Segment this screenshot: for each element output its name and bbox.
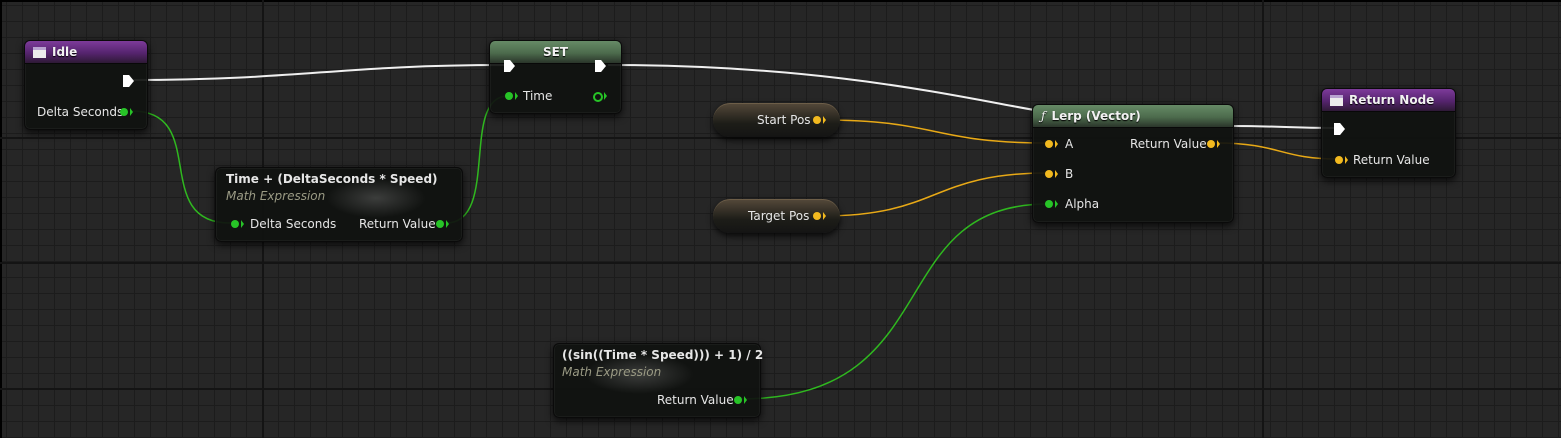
- return-value-label: Return Value: [359, 217, 436, 231]
- start-pos-label: Start Pos: [757, 113, 811, 127]
- pin-arrow-icon: [446, 220, 449, 228]
- pin-arrow-icon: [130, 108, 133, 116]
- lerp-node-header[interactable]: ƒ Lerp (Vector): [1033, 105, 1233, 128]
- start-pos-out-pin[interactable]: [813, 116, 821, 124]
- graph-icon: [1330, 94, 1343, 106]
- idle-node-header[interactable]: Idle: [25, 41, 147, 64]
- pin-arrow-icon: [1345, 156, 1348, 164]
- pin-arrow-icon: [823, 212, 826, 220]
- return-value-out-pin[interactable]: [436, 220, 444, 228]
- math-expression-node[interactable]: Time + (DeltaSeconds * Speed) Math Expre…: [215, 167, 463, 242]
- vector-wire-return-to-return: [1215, 142, 1339, 160]
- time-out-pin[interactable]: [593, 92, 603, 102]
- alpha-label: Alpha: [1065, 197, 1100, 211]
- exec-wire-lerp-return: [1231, 125, 1335, 129]
- target-pos-variable-node[interactable]: Target Pos: [713, 199, 840, 233]
- return-value-label: Return Value: [1353, 153, 1430, 167]
- sine-math-expression-node[interactable]: ((sin((Time * Speed))) + 1) / 2 Math Exp…: [553, 343, 764, 418]
- b-label: B: [1065, 167, 1074, 181]
- float-wire-expr2-to-alpha: [739, 203, 1049, 400]
- pin-arrow-icon: [823, 116, 826, 124]
- alpha-in-pin[interactable]: [1045, 200, 1053, 208]
- function-icon: ƒ: [1041, 109, 1046, 123]
- return-node-header[interactable]: Return Node: [1322, 89, 1455, 112]
- b-in-pin[interactable]: [1045, 170, 1053, 178]
- delta-seconds-out-pin[interactable]: [120, 108, 128, 116]
- a-label: A: [1065, 137, 1074, 151]
- a-in-pin[interactable]: [1045, 140, 1053, 148]
- lerp-vector-node[interactable]: ƒ Lerp (Vector) A Return Value B Alpha: [1032, 104, 1234, 223]
- delta-seconds-in-pin[interactable]: [231, 220, 239, 228]
- set-node[interactable]: SET Time: [489, 40, 622, 114]
- target-pos-out-pin[interactable]: [813, 212, 821, 220]
- exec-wire-idle-set: [131, 64, 505, 81]
- vector-wire-start-to-a: [821, 119, 1049, 144]
- exec-in-pin[interactable]: [1334, 123, 1345, 135]
- pin-arrow-icon: [604, 92, 607, 100]
- pin-arrow-icon: [241, 220, 244, 228]
- math-expression-title: Time + (DeltaSeconds * Speed): [226, 172, 438, 186]
- return-value-out-pin[interactable]: [1207, 140, 1215, 148]
- pin-arrow-icon: [1055, 200, 1058, 208]
- idle-node[interactable]: Idle Delta Seconds: [24, 40, 148, 130]
- target-pos-label: Target Pos: [748, 209, 810, 223]
- pin-arrow-icon: [1055, 140, 1058, 148]
- delta-seconds-label: Delta Seconds: [37, 105, 124, 119]
- pin-arrow-icon: [1055, 170, 1058, 178]
- start-pos-variable-node[interactable]: Start Pos: [713, 103, 840, 137]
- return-value-in-pin[interactable]: [1335, 156, 1343, 164]
- math-expression-title: ((sin((Time * Speed))) + 1) / 2: [562, 348, 764, 362]
- vector-wire-target-to-b: [821, 172, 1049, 217]
- set-node-title: SET: [542, 45, 569, 59]
- time-label: Time: [523, 89, 553, 103]
- pin-arrow-icon: [515, 92, 518, 100]
- return-node-title: Return Node: [1349, 93, 1435, 107]
- lerp-node-title: Lerp (Vector): [1051, 109, 1141, 123]
- delta-seconds-label: Delta Seconds: [250, 217, 337, 231]
- math-expression-subtitle: Math Expression: [562, 365, 662, 379]
- return-value-label: Return Value: [1130, 137, 1207, 151]
- return-value-out-pin[interactable]: [734, 396, 742, 404]
- exec-out-pin[interactable]: [123, 75, 134, 87]
- idle-node-title: Idle: [52, 45, 78, 59]
- return-value-label: Return Value: [657, 393, 734, 407]
- pin-arrow-icon: [1217, 140, 1220, 148]
- time-in-pin[interactable]: [505, 92, 513, 100]
- math-expression-subtitle: Math Expression: [226, 189, 326, 203]
- pin-arrow-icon: [744, 396, 747, 404]
- graph-icon: [33, 46, 46, 58]
- return-node[interactable]: Return Node Return Value: [1321, 88, 1456, 178]
